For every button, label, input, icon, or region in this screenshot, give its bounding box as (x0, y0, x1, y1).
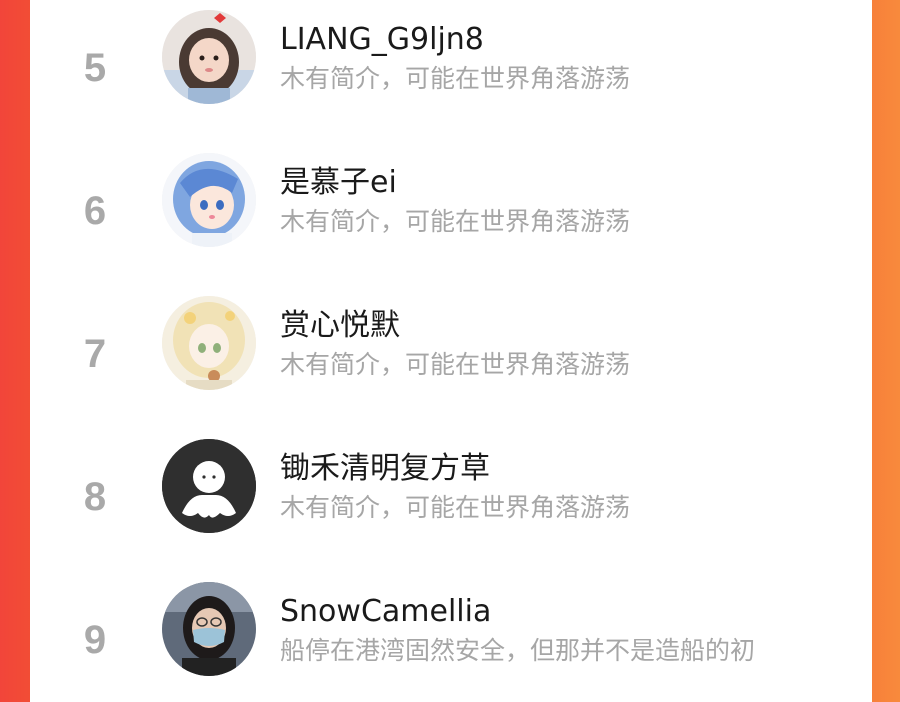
rank-number: 6 (83, 189, 107, 233)
user-name[interactable]: LIANG_G9ljn8 (280, 22, 484, 58)
default-ghost-icon (162, 439, 256, 533)
user-name[interactable]: SnowCamellia (280, 594, 491, 630)
rank-number: 8 (83, 475, 107, 519)
user-bio: 木有简介，可能在世界角落游荡 (280, 493, 631, 522)
anime-blonde-girl-icon (162, 296, 256, 390)
user-bio: 船停在港湾固然安全，但那并不是造船的初 (280, 636, 756, 665)
rank-number: 5 (83, 46, 107, 90)
user-bio: 木有简介，可能在世界角落游荡 (280, 207, 631, 236)
avatar[interactable] (162, 10, 256, 104)
rank-number: 9 (83, 618, 107, 662)
rank-number: 7 (83, 332, 107, 376)
avatar[interactable] (162, 153, 256, 247)
list-item[interactable]: 5 LIANG_G9ljn8 木有简介，可能在世界角落游荡 (30, 0, 872, 120)
list-item[interactable]: 6 是慕子ei 木有简介，可能在世界角落游荡 (30, 143, 872, 263)
user-name[interactable]: 锄禾清明复方草 (280, 451, 490, 487)
ranking-list: 5 LIANG_G9ljn8 木有简介，可能在世界角落游荡 6 是慕子ei 木有… (30, 0, 872, 702)
anime-blue-hair-icon (162, 153, 256, 247)
user-bio: 木有简介，可能在世界角落游荡 (280, 350, 631, 379)
list-item[interactable]: 7 赏心悦默 木有简介，可能在世界角落游荡 (30, 286, 872, 406)
avatar[interactable] (162, 439, 256, 533)
user-name[interactable]: 是慕子ei (280, 165, 397, 201)
girl-with-red-bow-icon (162, 10, 256, 104)
user-bio: 木有简介，可能在世界角落游荡 (280, 64, 631, 93)
avatar[interactable] (162, 582, 256, 676)
avatar[interactable] (162, 296, 256, 390)
user-name[interactable]: 赏心悦默 (280, 308, 400, 344)
list-item[interactable]: 9 SnowCamellia 船停在港湾固然安全，但那并不是造船的初 (30, 572, 872, 692)
list-item[interactable]: 8 锄禾清明复方草 木有简介，可能在世界角落游荡 (30, 429, 872, 549)
masked-person-icon (162, 582, 256, 676)
